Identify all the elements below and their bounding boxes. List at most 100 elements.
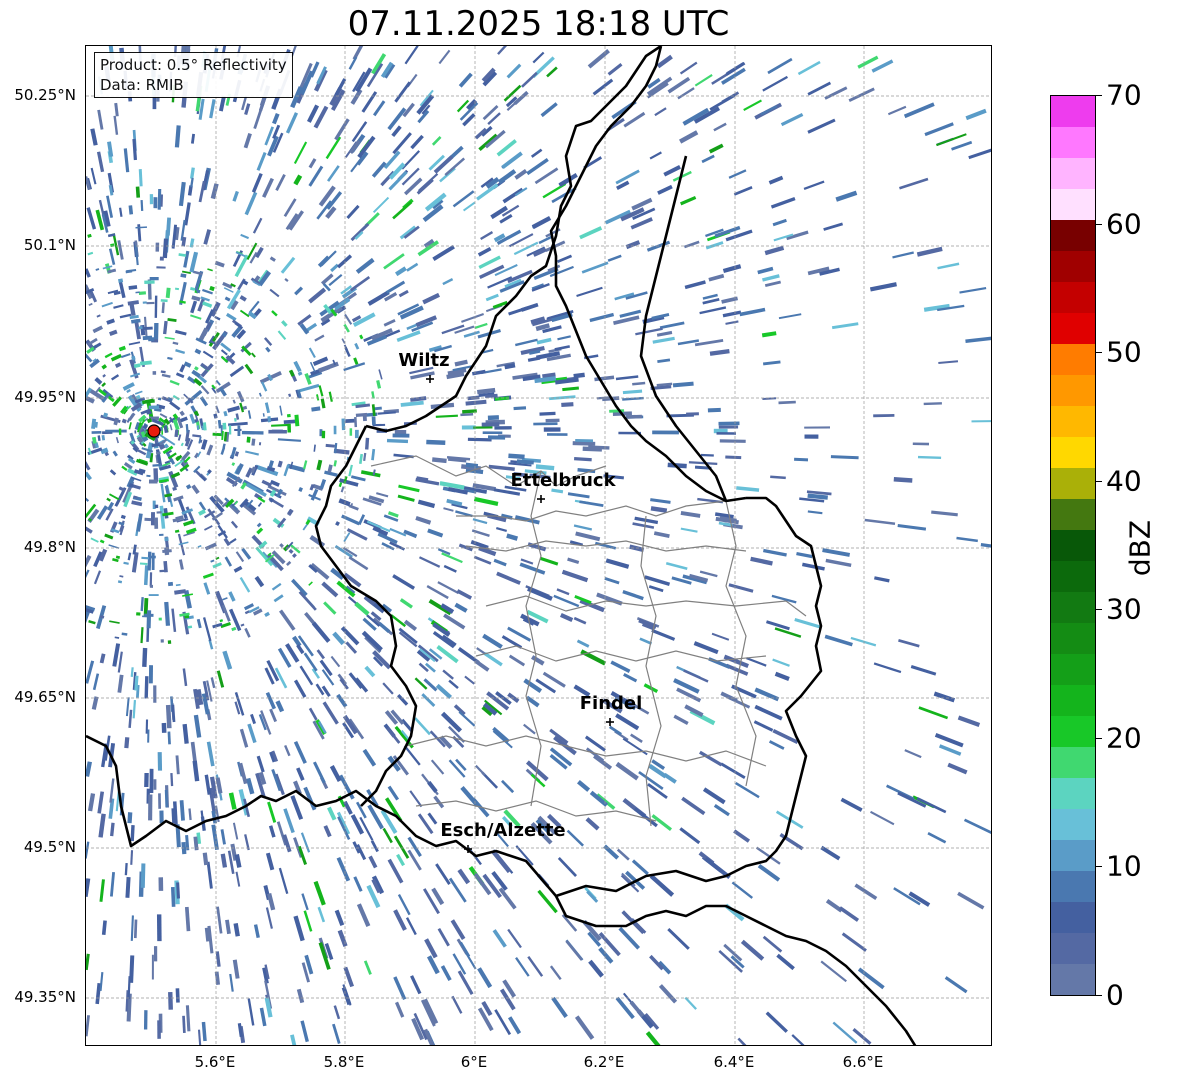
colorbar-segment (1051, 313, 1095, 344)
radar-echo (303, 652, 318, 672)
radar-echo (214, 971, 221, 985)
radar-echo (277, 460, 283, 468)
radar-echo (485, 293, 499, 302)
radar-echo (144, 676, 149, 699)
radar-echo (527, 955, 544, 977)
radar-echo (526, 158, 549, 176)
radar-echo (336, 580, 356, 598)
radar-echo (232, 190, 239, 202)
radar-echo (405, 917, 417, 936)
colorbar-tick-label: 40 (1106, 464, 1142, 498)
radar-echo (653, 531, 670, 539)
radar-echo (285, 112, 299, 134)
radar-echo (426, 439, 446, 445)
radar-echo (138, 291, 147, 295)
radar-echo (194, 348, 202, 355)
radar-echo (473, 496, 499, 506)
country-border (314, 425, 418, 807)
radar-echo (362, 748, 377, 767)
radar-echo (680, 511, 701, 518)
radar-echo (604, 576, 620, 585)
radar-echo (332, 631, 345, 646)
radar-echo (142, 647, 148, 667)
radar-echo (169, 424, 173, 431)
radar-echo (403, 529, 418, 539)
radar-echo (333, 1005, 341, 1020)
radar-echo (187, 625, 193, 629)
radar-echo (521, 71, 538, 88)
radar-echo (86, 352, 93, 363)
canton-border (415, 800, 657, 822)
radar-echo (399, 225, 417, 240)
radar-echo (88, 619, 96, 625)
radar-echo (403, 619, 418, 632)
radar-echo (346, 528, 368, 541)
radar-echo (370, 840, 379, 853)
radar-echo (659, 321, 685, 330)
radar-echo (273, 594, 284, 603)
radar-echo (212, 432, 222, 437)
radar-echo (267, 801, 277, 823)
radar-echo (223, 287, 234, 293)
radar-echo (149, 572, 153, 587)
radar-echo (190, 286, 196, 291)
radar-echo (124, 862, 128, 876)
radar-echo (86, 524, 93, 534)
radar-echo (150, 555, 156, 559)
radar-echo (134, 390, 143, 395)
radar-echo (95, 268, 100, 271)
radar-echo (247, 410, 252, 419)
radar-echo (772, 218, 787, 227)
radar-echo (478, 133, 498, 152)
radar-echo (117, 580, 123, 584)
radar-echo (680, 527, 698, 533)
radar-echo (136, 513, 143, 532)
radar-echo (146, 627, 150, 642)
radar-echo (487, 415, 499, 421)
radar-echo (562, 386, 580, 392)
radar-echo (442, 277, 454, 286)
radar-echo (410, 134, 424, 150)
radar-echo (588, 959, 604, 978)
radar-echo (372, 100, 386, 117)
radar-echo (101, 301, 113, 308)
radar-echo (220, 853, 228, 868)
radar-echo (275, 700, 285, 713)
colorbar-tick (1096, 738, 1102, 739)
radar-echo (622, 389, 643, 395)
radar-echo (506, 63, 522, 79)
radar-echo (506, 533, 519, 541)
colorbar-segment (1051, 344, 1095, 375)
radar-echo (296, 383, 320, 393)
radar-echo (101, 920, 107, 935)
radar-echo (336, 254, 353, 269)
radar-echo (803, 180, 825, 191)
radar-echo (838, 906, 860, 922)
radar-echo (320, 398, 326, 409)
radar-echo (360, 470, 381, 478)
city-label-ettelbruck: Ettelbruck (510, 470, 616, 491)
radar-echo (222, 422, 227, 430)
radar-echo (498, 887, 517, 910)
radar-map[interactable] (85, 45, 992, 1046)
radar-echo (175, 755, 180, 775)
radar-echo (350, 814, 365, 835)
radar-echo (209, 285, 215, 292)
radar-echo (448, 679, 459, 690)
radar-echo (474, 659, 490, 672)
radar-echo (288, 369, 295, 377)
radar-echo (343, 800, 353, 815)
radar-echo (496, 571, 521, 585)
radar-echo (473, 426, 493, 429)
radar-echo (258, 392, 262, 397)
radar-echo (86, 207, 97, 230)
radar-echo (464, 675, 475, 685)
radar-echo (477, 1007, 494, 1032)
radar-echo (383, 319, 396, 327)
radar-echo (481, 422, 500, 427)
radar-echo (174, 429, 179, 438)
radar-echo (308, 707, 318, 721)
radar-echo (262, 177, 274, 198)
radar-echo (835, 190, 858, 202)
radar-echo (371, 448, 376, 461)
